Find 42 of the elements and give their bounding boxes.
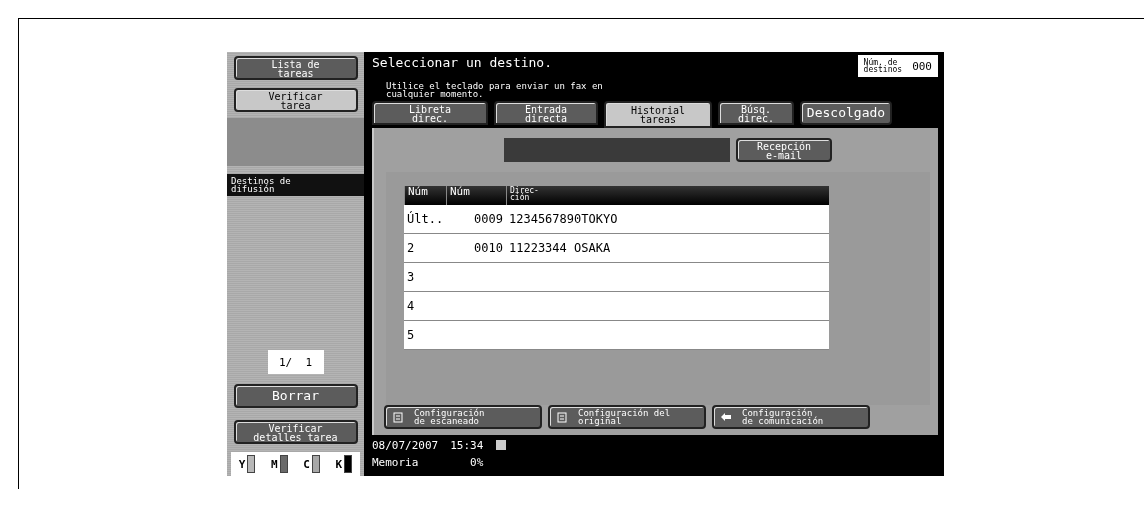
tab[interactable]: Búsq. direc. (718, 101, 794, 126)
date-text: 08/07/2007 (372, 439, 439, 455)
table-cell: 1234567890TOKYO (506, 205, 829, 235)
toner-label: Y (238, 457, 246, 471)
scan-document-icon (392, 411, 404, 424)
table-cell: 0010 (446, 234, 506, 264)
toner-label: C (303, 457, 310, 471)
table-cell: 2 (404, 234, 446, 264)
toner-label: K (335, 457, 343, 471)
column-header: Núm (404, 186, 446, 206)
table-cell: 4 (404, 292, 446, 322)
menu-button[interactable]: Verificar tarea (233, 88, 358, 112)
table-cell: Últ.. (404, 205, 446, 235)
details-button[interactable]: Verificar detalles tarea (233, 420, 358, 444)
tab[interactable]: Historial tareas (604, 101, 712, 129)
email-button[interactable]: Recepción e-mail (736, 138, 832, 163)
memory-value: 0% (469, 455, 484, 471)
settings-button[interactable]: Configuración del original (548, 405, 706, 430)
offhook-button[interactable]: Descolgado (800, 101, 892, 126)
count-value: 000 (912, 59, 932, 73)
document-icon (556, 411, 568, 424)
settings-button[interactable]: Configuración de comunicación (712, 405, 870, 430)
memory-label: Memoria (372, 455, 420, 471)
count-label: Núm. de destinos (863, 58, 903, 74)
tab[interactable]: Entrada directa (494, 101, 598, 126)
memory-icon (495, 439, 508, 452)
table-cell: 11223344 OSAKA (506, 234, 829, 264)
screen-title: Seleccionar un destino. (372, 55, 553, 70)
table-cell: 5 (404, 321, 446, 351)
hint-text: Utilice el teclado para enviar un fax en cualquier momento. (386, 82, 603, 99)
table-cell: 3 (404, 263, 446, 293)
column-header: Núm (446, 186, 506, 206)
broadcast-header: Destinos de difusión (227, 174, 364, 197)
clear-button[interactable]: Borrar (233, 384, 358, 408)
time-text: 15:34 (450, 439, 484, 455)
tab[interactable]: Libreta direc. (372, 101, 488, 126)
settings-button[interactable]: Configuración de escaneado (384, 405, 542, 430)
table-cell: 0009 (446, 205, 506, 235)
menu-button[interactable]: Lista de tareas (233, 56, 358, 80)
toner-label: M (271, 457, 278, 471)
column-header: Direc- ción (506, 186, 829, 206)
page-counter: 1/ 1 (267, 350, 324, 374)
